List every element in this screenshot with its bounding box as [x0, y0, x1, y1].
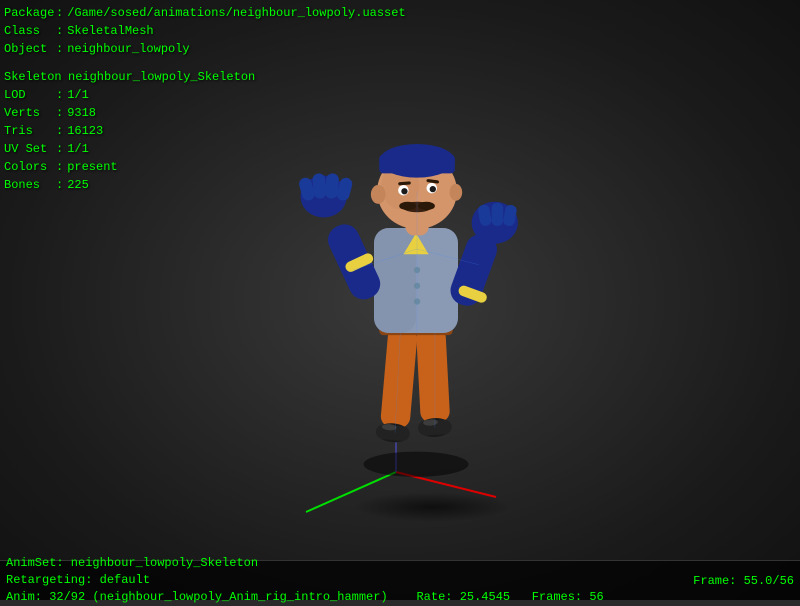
class-row: Class : SkeletalMesh — [4, 22, 406, 40]
verts-row: Verts : 9318 — [4, 104, 406, 122]
status-right: Frame: 55.0/56 — [693, 572, 794, 590]
lod-value: 1/1 — [67, 86, 89, 104]
tris-value: 16123 — [67, 122, 103, 140]
tris-row: Tris : 16123 — [4, 122, 406, 140]
anim-text: Anim: 32/92 (neighbour_lowpoly_Anim_rig_… — [6, 590, 388, 604]
anim-set-text: AnimSet: neighbour_lowpoly_Skeleton — [6, 555, 693, 572]
skeleton-row: Skeleton neighbour_lowpoly_Skeleton — [4, 68, 406, 86]
frame-text: Frame: 55.0/56 — [693, 574, 794, 588]
object-value: neighbour_lowpoly — [67, 40, 189, 58]
skeleton-value: neighbour_lowpoly_Skeleton — [68, 68, 255, 86]
mesh-section: Skeleton neighbour_lowpoly_Skeleton LOD … — [4, 68, 406, 194]
class-label: Class — [4, 22, 56, 40]
tris-label: Tris — [4, 122, 56, 140]
colors-label: Colors — [4, 158, 56, 176]
skeleton-label: Skeleton — [4, 68, 64, 86]
info-overlay: Package : /Game/sosed/animations/neighbo… — [4, 4, 406, 198]
uv-set-label: UV Set — [4, 140, 56, 158]
frames-text: Frames: 56 — [532, 590, 604, 604]
uv-set-value: 1/1 — [67, 140, 89, 158]
bones-label: Bones — [4, 176, 56, 194]
bones-row: Bones : 225 — [4, 176, 406, 194]
verts-value: 9318 — [67, 104, 96, 122]
ground-shadow — [352, 492, 512, 522]
package-value: /Game/sosed/animations/neighbour_lowpoly… — [67, 4, 405, 22]
object-label: Object — [4, 40, 56, 58]
verts-label: Verts — [4, 104, 56, 122]
anim-info-text: Anim: 32/92 (neighbour_lowpoly_Anim_rig_… — [6, 589, 693, 606]
axis-lines — [276, 412, 576, 532]
status-left: AnimSet: neighbour_lowpoly_Skeleton Reta… — [6, 555, 693, 605]
package-label: Package — [4, 4, 56, 22]
package-row: Package : /Game/sosed/animations/neighbo… — [4, 4, 406, 22]
retargeting-text: Retargeting: default — [6, 572, 693, 589]
status-bar: AnimSet: neighbour_lowpoly_Skeleton Reta… — [0, 560, 800, 600]
colors-value: present — [67, 158, 117, 176]
uv-set-row: UV Set : 1/1 — [4, 140, 406, 158]
object-row: Object : neighbour_lowpoly — [4, 40, 406, 58]
class-value: SkeletalMesh — [67, 22, 153, 40]
lod-label: LOD — [4, 86, 56, 104]
bones-value: 225 — [67, 176, 89, 194]
viewport: Package : /Game/sosed/animations/neighbo… — [0, 0, 800, 600]
asset-section: Package : /Game/sosed/animations/neighbo… — [4, 4, 406, 58]
lod-row: LOD : 1/1 — [4, 86, 406, 104]
character-svg — [276, 60, 556, 480]
colors-row: Colors : present — [4, 158, 406, 176]
rate-text: Rate: 25.4545 — [416, 590, 510, 604]
